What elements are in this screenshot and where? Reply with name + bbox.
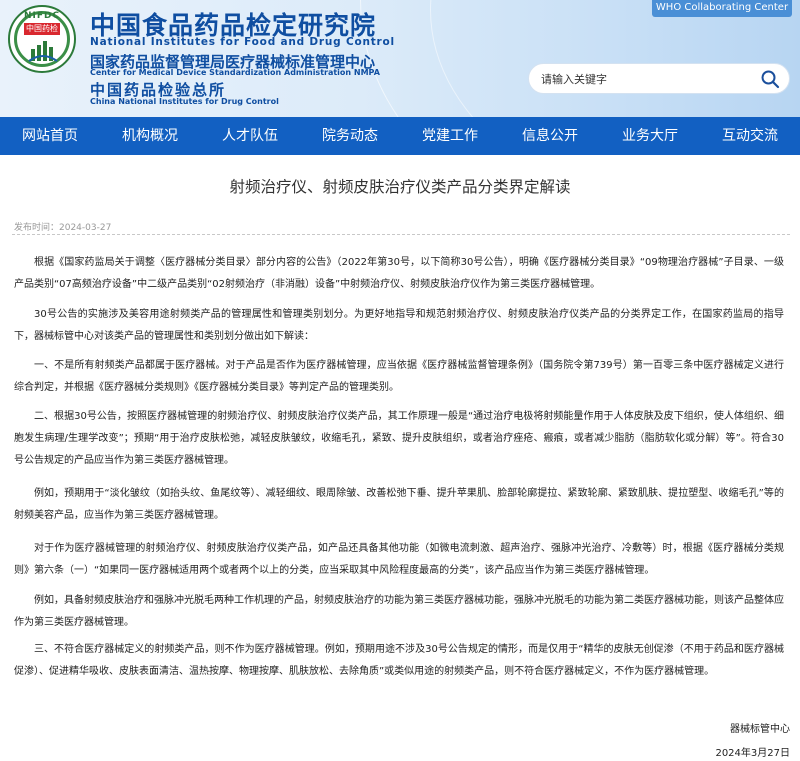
- nav-item-home[interactable]: 网站首页: [0, 117, 100, 155]
- nifdc-logo[interactable]: NIFDC 中国药检: [8, 5, 76, 73]
- search-input[interactable]: [541, 70, 756, 88]
- logo-abbr: NIFDC: [23, 11, 61, 21]
- search-icon[interactable]: [760, 69, 780, 89]
- article-paragraph: 对于作为医疗器械管理的射频治疗仪、射频皮肤治疗仪类产品，如产品还具备其他功能（如…: [14, 543, 784, 576]
- logo-emblem-icon: [28, 41, 58, 62]
- article-paragraph: 二、根据30号公告，按照医疗器械管理的射频治疗仪、射频皮肤治疗仪类产品，其工作原…: [14, 411, 784, 466]
- publish-date: 发布时间：2024-03-27: [14, 223, 112, 233]
- article-date: 2024年3月27日: [715, 748, 790, 759]
- article-paragraph: 三、不符合医疗器械定义的射频类产品，则不作为医疗器械管理。例如，预期用途不涉及3…: [14, 644, 784, 677]
- main-nav: 网站首页 机构概况 人才队伍 院务动态 党建工作 信息公开 业务大厅 互动交流: [0, 117, 800, 155]
- article-paragraph: 30号公告的实施涉及美容用途射频类产品的管理属性和管理类别划分。为更好地指导和规…: [14, 309, 784, 342]
- article-paragraph: 根据《国家药监局关于调整〈医疗器械分类目录〉部分内容的公告》（2022年第30号…: [14, 257, 784, 290]
- article-paragraph: 一、不是所有射频类产品都属于医疗器械。对于产品是否作为医疗器械管理，应当依据《医…: [14, 360, 784, 393]
- nav-item-services[interactable]: 业务大厅: [600, 117, 700, 155]
- nav-item-talent[interactable]: 人才队伍: [200, 117, 300, 155]
- header-decoration: [430, 0, 800, 117]
- nav-item-party[interactable]: 党建工作: [400, 117, 500, 155]
- nav-item-interaction[interactable]: 互动交流: [700, 117, 800, 155]
- article-paragraph: 例如，预期用于“淡化皱纹（如抬头纹、鱼尾纹等）、减轻细纹、眼周除皱、改善松弛下垂…: [14, 488, 784, 521]
- center-name-en: Center for Medical Device Standardizatio…: [90, 68, 380, 77]
- article-paragraph: 例如，具备射频皮肤治疗和强脉冲光脱毛两种工作机理的产品，射频皮肤治疗的功能为第三…: [14, 595, 784, 628]
- logo-text: 中国药检: [24, 23, 60, 35]
- search-box: [528, 63, 790, 94]
- nav-item-news[interactable]: 院务动态: [300, 117, 400, 155]
- site-title-en: National Institutes for Food and Drug Co…: [90, 36, 395, 48]
- divider: [12, 234, 790, 235]
- article-signature: 器械标管中心: [730, 724, 790, 735]
- who-collaborating-center-link[interactable]: WHO Collaborating Center: [652, 0, 792, 17]
- article-title: 射频治疗仪、射频皮肤治疗仪类产品分类界定解读: [229, 178, 571, 196]
- institute-name-en: China National Institutes for Drug Contr…: [90, 97, 279, 106]
- nav-item-disclosure[interactable]: 信息公开: [500, 117, 600, 155]
- nav-item-about[interactable]: 机构概况: [100, 117, 200, 155]
- site-header: NIFDC 中国药检 中国食品药品检定研究院 National Institut…: [0, 0, 800, 117]
